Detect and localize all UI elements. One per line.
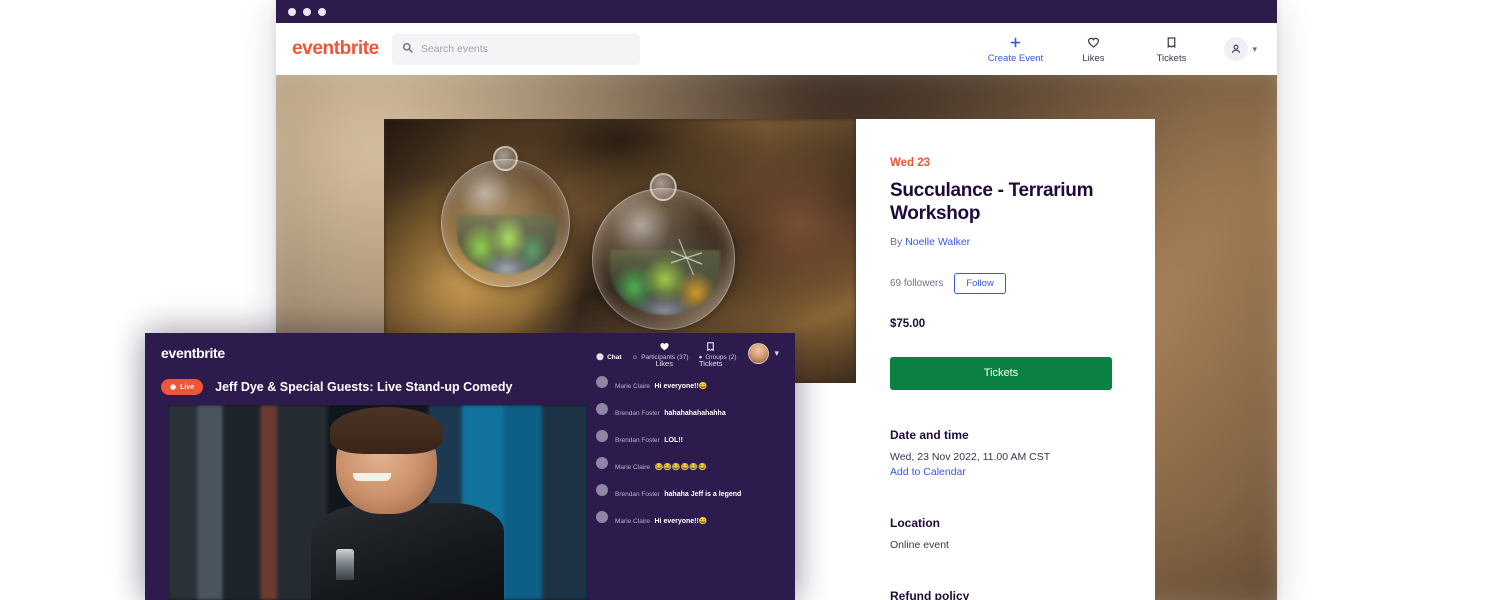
chat-author: Marie Claire (615, 383, 651, 390)
likes-label: Likes (1082, 52, 1105, 64)
by-prefix: By (890, 235, 903, 248)
ticket-icon (1165, 35, 1178, 50)
location-value: Online event (890, 538, 949, 551)
chat-emoji: 😀 (698, 383, 708, 390)
avatar (596, 376, 608, 388)
chevron-down-icon: ▾ (1252, 43, 1257, 54)
chat-message: Marie Claire Hi everyone!!😀 (596, 375, 786, 393)
event-organizer-row: By Noelle Walker (890, 236, 1121, 248)
location-heading: Location (890, 515, 940, 530)
orb-neck (650, 173, 677, 202)
chat-tabs: ⚪ Chat ☺ Participants (37) ● Groups (2) (596, 353, 786, 367)
heart-icon (1087, 35, 1100, 50)
event-price: $75.00 (890, 317, 926, 330)
get-tickets-button[interactable]: Tickets (890, 356, 1112, 390)
chat-message-list[interactable]: Marie Claire Hi everyone!!😀 Brendan Fost… (596, 375, 786, 528)
tab-groups-label: Groups (2) (705, 353, 737, 361)
screenshot-stage: eventbrite Search events Create Event Li… (0, 0, 1500, 600)
avatar (596, 403, 608, 415)
window-maximize-dot[interactable] (318, 7, 326, 16)
chat-author: Brendan Foster (615, 410, 660, 417)
live-badge: ◉ Live (161, 379, 204, 395)
chat-message: Brendan Foster hahahahahahahha (596, 402, 786, 420)
performer-hair (329, 406, 444, 454)
chat-text: hahaha Jeff is a legend (664, 491, 742, 498)
chat-panel: ⚪ Chat ☺ Participants (37) ● Groups (2) (596, 354, 786, 600)
chat-emoji: 😀 (698, 518, 708, 525)
tab-chat[interactable]: ⚪ Chat (596, 353, 622, 362)
chat-icon: ⚪ (596, 354, 605, 361)
people-icon: ☺ (631, 353, 639, 361)
tab-chat-label: Chat (607, 353, 622, 361)
avatar (596, 430, 608, 442)
tab-participants[interactable]: ☺ Participants (37) (632, 353, 689, 361)
window-titlebar (276, 0, 1277, 23)
window-close-dot[interactable] (288, 7, 296, 16)
live-stream-title: Jeff Dye & Special Guests: Live Stand-up… (215, 380, 513, 394)
search-placeholder: Search events (420, 43, 488, 55)
followers-count: 69 followers (890, 277, 944, 289)
likes-button[interactable]: Likes (1054, 35, 1132, 64)
live-video-player[interactable] (168, 405, 588, 600)
orb-plants (609, 250, 721, 315)
event-date-badge: Wed 23 (890, 157, 931, 169)
chat-message: Marie Claire 😂😂😂😂😂😂 (596, 456, 786, 474)
organizer-link[interactable]: Noelle Walker (905, 236, 970, 248)
chat-message: Brendan Foster hahaha Jeff is a legend (596, 483, 786, 501)
follow-button[interactable]: Follow (954, 272, 1006, 294)
eventbrite-header: eventbrite Search events Create Event Li… (276, 23, 1277, 76)
chat-emoji: 😂😂😂😂😂😂 (654, 464, 707, 471)
avatar (596, 457, 608, 469)
chat-author: Brendan Foster (615, 491, 660, 498)
create-event-label: Create Event (987, 52, 1044, 64)
performer-smile (352, 473, 391, 482)
live-eventbrite-logo[interactable]: eventbrite (161, 345, 225, 361)
chat-text: Hi everyone!!😀 (654, 518, 708, 525)
tickets-label: Tickets (1156, 52, 1187, 64)
live-badge-label: Live (180, 383, 195, 391)
chat-text: hahahahahahahha (664, 410, 726, 417)
terrarium-orb-left (440, 145, 571, 288)
plus-icon (1009, 35, 1022, 50)
chat-message: Marie Claire Hi everyone!!😀 (596, 510, 786, 528)
window-minimize-dot[interactable] (303, 7, 311, 16)
orb-neck (493, 145, 518, 172)
avatar (596, 484, 608, 496)
chat-author: Brendan Foster (615, 437, 660, 444)
tab-participants-label: Participants (37) (641, 353, 689, 361)
chat-text: LOL!! (664, 437, 683, 444)
follow-row: 69 followers Follow (890, 272, 1121, 294)
tickets-button[interactable]: Tickets (1132, 35, 1210, 64)
groups-icon: ● (698, 353, 703, 361)
create-event-button[interactable]: Create Event (976, 35, 1054, 64)
user-icon (1224, 37, 1249, 61)
eventbrite-logo[interactable]: eventbrite (292, 38, 379, 60)
terrarium-orb-right (591, 173, 736, 330)
live-body: ⚪ Chat ☺ Participants (37) ● Groups (2) (145, 354, 795, 600)
event-detail-panel: Wed 23 Succulance - Terrarium Workshop B… (856, 119, 1155, 600)
orb-plants (456, 215, 557, 274)
tab-groups[interactable]: ● Groups (2) (699, 353, 737, 361)
chat-author: Marie Claire (615, 518, 651, 525)
search-input[interactable]: Search events (391, 33, 640, 65)
date-and-time-value: Wed, 23 Nov 2022, 11.00 AM CST (890, 450, 1051, 463)
add-to-calendar-link[interactable]: Add to Calendar (890, 466, 1121, 478)
live-stream-window: eventbrite Likes Tickets ▾ ◉ Live Jeff D… (145, 333, 795, 600)
chat-message: Brendan Foster LOL!! (596, 429, 786, 447)
chat-text: Hi everyone!!😀 (654, 383, 708, 390)
avatar (596, 511, 608, 523)
chat-author: Marie Claire (615, 464, 651, 471)
microphone-icon (336, 549, 354, 581)
air-plant (670, 238, 702, 276)
event-title: Succulance - Terrarium Workshop (890, 180, 1094, 224)
date-and-time-heading: Date and time (890, 427, 969, 442)
account-menu[interactable]: ▾ (1224, 37, 1257, 61)
search-icon (402, 40, 413, 58)
broadcast-icon: ◉ (170, 384, 177, 391)
refund-policy-heading: Refund policy (890, 588, 970, 600)
